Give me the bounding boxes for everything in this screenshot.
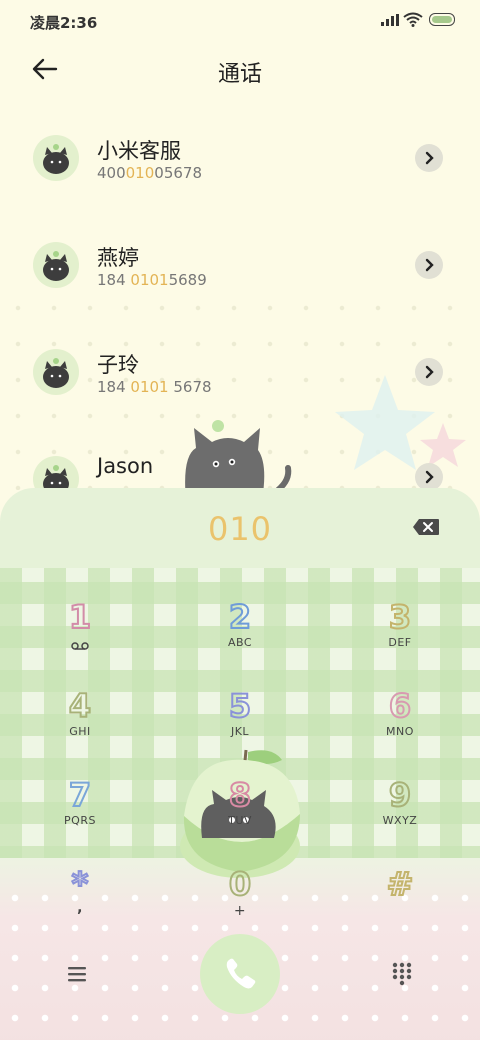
- dial-input[interactable]: 010: [0, 510, 480, 548]
- chevron-right-icon: [425, 258, 434, 272]
- dialpad-icon[interactable]: [392, 962, 412, 986]
- call-button[interactable]: [200, 934, 280, 1014]
- contact-avatar: [33, 135, 79, 181]
- dialer-panel: 010 1 2 ABC 3 DEF 4 GHI 5 JKL 6 MNO 7 PQ…: [0, 488, 480, 1040]
- key-6[interactable]: 6 MNO: [340, 686, 460, 767]
- signal-icon: [381, 14, 399, 26]
- battery-icon: [429, 13, 455, 26]
- contact-row[interactable]: 小米客服 40001005678: [0, 113, 480, 203]
- chevron-right-icon: [425, 470, 434, 484]
- contact-number: 184 01015689: [97, 271, 207, 289]
- key-9[interactable]: 9 WXYZ: [340, 775, 460, 856]
- key-hash[interactable]: #: [340, 864, 460, 945]
- key-4[interactable]: 4 GHI: [20, 686, 140, 767]
- status-bar: 凌晨2:36: [0, 0, 480, 42]
- contact-name: 小米客服: [97, 139, 181, 163]
- contact-detail-button[interactable]: [415, 144, 443, 172]
- chevron-right-icon: [425, 365, 434, 379]
- page-title: 通话: [217, 62, 262, 87]
- menu-icon[interactable]: [67, 966, 87, 982]
- phone-icon: [226, 958, 256, 989]
- contact-row[interactable]: 子玲 184 0101 5678: [0, 327, 480, 417]
- contact-detail-button[interactable]: [415, 463, 443, 491]
- contact-avatar: [33, 349, 79, 395]
- key-star[interactable]: * ,: [20, 864, 140, 945]
- key-1[interactable]: 1: [20, 597, 140, 678]
- contact-name: 子玲: [97, 353, 139, 377]
- contact-number: 40001005678: [97, 164, 202, 182]
- voicemail-icon: [71, 642, 89, 650]
- contact-number: 184 0101 5678: [97, 378, 212, 396]
- contact-detail-button[interactable]: [415, 358, 443, 386]
- key-2[interactable]: 2 ABC: [180, 597, 300, 678]
- key-3[interactable]: 3 DEF: [340, 597, 460, 678]
- contact-detail-button[interactable]: [415, 251, 443, 279]
- contact-name: 燕婷: [97, 246, 139, 270]
- key-5[interactable]: 5 JKL: [180, 686, 300, 767]
- contact-name: Jason: [97, 454, 154, 478]
- key-8[interactable]: 8 TUV: [180, 775, 300, 856]
- chevron-right-icon: [425, 151, 434, 165]
- backspace-icon[interactable]: [412, 518, 440, 536]
- status-time: 凌晨2:36: [30, 14, 98, 32]
- contact-row[interactable]: 燕婷 184 01015689: [0, 220, 480, 310]
- contact-avatar: [33, 242, 79, 288]
- wifi-icon: [403, 12, 423, 27]
- key-0[interactable]: 0 +: [180, 864, 300, 945]
- key-7[interactable]: 7 PQRS: [20, 775, 140, 856]
